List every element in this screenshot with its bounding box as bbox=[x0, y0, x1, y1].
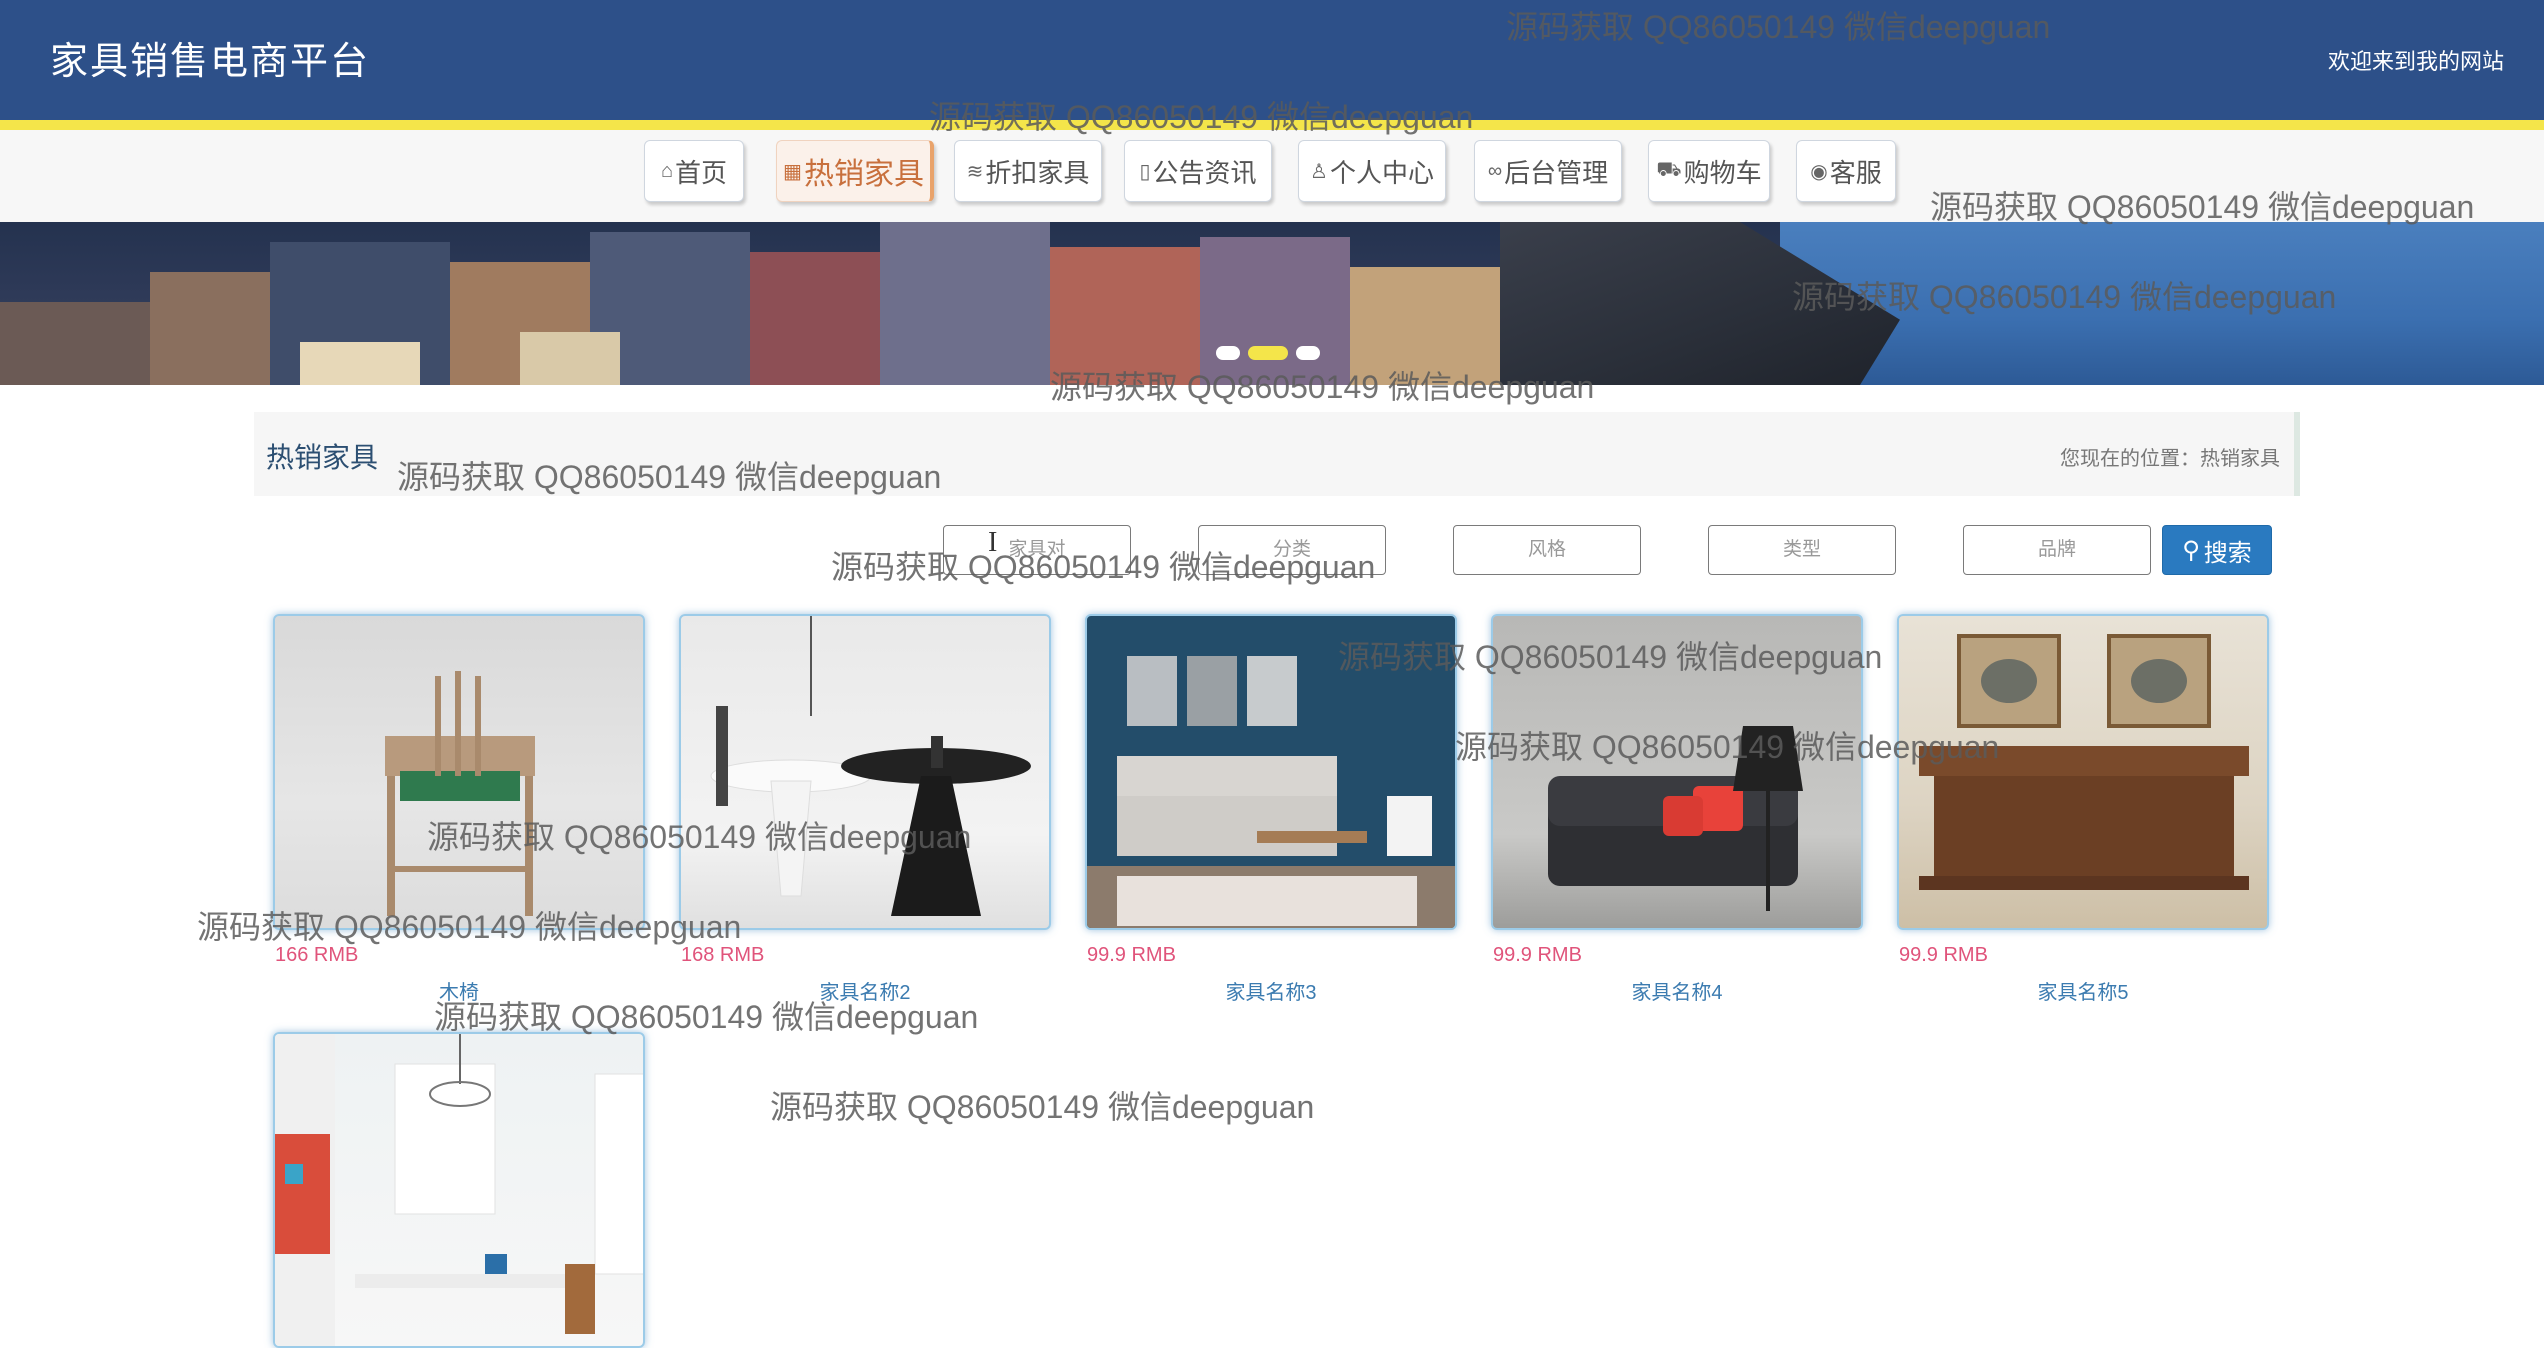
document-icon: ▯ bbox=[1139, 160, 1151, 183]
nav-announcements[interactable]: ▯ 公告资讯 bbox=[1124, 140, 1272, 202]
product-image[interactable] bbox=[1491, 614, 1863, 930]
carousel-dot[interactable] bbox=[1296, 346, 1320, 360]
banner-house bbox=[1050, 247, 1200, 385]
product-price: 99.9 RMB bbox=[1087, 944, 1176, 966]
main-nav: ⌂ 首页 ▦ 热销家具 ≋ 折扣家具 ▯ 公告资讯 ♙ 个人中心 ∞ 后台管理 … bbox=[0, 130, 2544, 222]
category-search-input[interactable] bbox=[1198, 525, 1386, 575]
banner-sea bbox=[1780, 222, 2544, 385]
calendar-icon: ▦ bbox=[783, 160, 802, 183]
banner-house bbox=[750, 252, 880, 385]
product-image[interactable] bbox=[679, 614, 1051, 930]
nav-label: 购物车 bbox=[1683, 157, 1762, 188]
name-search-input[interactable] bbox=[943, 525, 1131, 575]
search-button[interactable]: ⚲ 搜索 bbox=[2162, 525, 2272, 575]
product-card[interactable]: 99.9 RMB 家具名称5 bbox=[1897, 614, 2269, 1004]
nav-label: 首页 bbox=[675, 157, 728, 188]
product-card[interactable]: 168 RMB 家具名称2 bbox=[679, 614, 1051, 1004]
product-name[interactable]: 家具名称2 bbox=[679, 976, 1051, 1005]
product-card[interactable]: 99.9 RMB 家具名称3 bbox=[1085, 614, 1457, 1004]
nav-customer-service[interactable]: ◉ 客服 bbox=[1796, 140, 1896, 202]
breadcrumb: 您现在的位置：热销家具 bbox=[2060, 448, 2280, 470]
product-card[interactable]: 166 RMB 木椅 bbox=[273, 614, 645, 1004]
product-name[interactable]: 木椅 bbox=[273, 976, 645, 1005]
nav-home[interactable]: ⌂ 首页 bbox=[644, 140, 744, 202]
site-title[interactable]: 家具销售电商平台 bbox=[50, 30, 370, 85]
product-card[interactable]: 99.9 RMB 家具名称4 bbox=[1491, 614, 1863, 1004]
nav-label: 个人中心 bbox=[1329, 157, 1434, 188]
product-name[interactable]: 家具名称4 bbox=[1491, 976, 1863, 1005]
product-price: 99.9 RMB bbox=[1899, 944, 1988, 966]
link-icon: ∞ bbox=[1487, 159, 1503, 182]
product-image[interactable] bbox=[273, 614, 645, 930]
product-name[interactable]: 家具名称3 bbox=[1085, 976, 1457, 1005]
product-price: 166 RMB bbox=[275, 944, 359, 966]
brand-search-input[interactable] bbox=[1963, 525, 2151, 575]
banner-house bbox=[150, 272, 270, 385]
nav-label: 公告资讯 bbox=[1152, 157, 1257, 188]
banner-house bbox=[520, 332, 620, 385]
welcome-text: 欢迎来到我的网站 bbox=[2327, 49, 2504, 74]
banner-house bbox=[1350, 267, 1500, 385]
product-card[interactable] bbox=[273, 1032, 645, 1348]
nav-label: 后台管理 bbox=[1504, 157, 1609, 188]
site-header: 家具销售电商平台 欢迎来到我的网站 bbox=[0, 0, 2544, 130]
nav-label: 折扣家具 bbox=[985, 157, 1090, 188]
nav-hot-furniture[interactable]: ▦ 热销家具 bbox=[776, 140, 934, 202]
banner-house bbox=[0, 302, 150, 385]
sofa-illustration bbox=[1087, 656, 1455, 928]
banner-house bbox=[1200, 237, 1350, 385]
type-search-input[interactable] bbox=[1708, 525, 1896, 575]
product-image[interactable] bbox=[273, 1032, 645, 1348]
banner-house bbox=[880, 222, 1050, 385]
section-header: 热销家具 您现在的位置：热销家具 bbox=[254, 412, 2300, 496]
product-price: 99.9 RMB bbox=[1493, 944, 1582, 966]
style-search-input[interactable] bbox=[1453, 525, 1641, 575]
wooden-furniture-illustration bbox=[1919, 634, 2249, 890]
banner-carousel[interactable] bbox=[0, 222, 2544, 385]
sofa-illustration bbox=[1548, 726, 1803, 911]
product-image[interactable] bbox=[1897, 614, 2269, 930]
carousel-dot[interactable] bbox=[1216, 346, 1240, 360]
product-name[interactable]: 家具名称5 bbox=[1897, 976, 2269, 1005]
user-icon: ♙ bbox=[1310, 160, 1328, 183]
carousel-indicators bbox=[1216, 346, 1320, 360]
product-image[interactable] bbox=[1085, 614, 1457, 930]
nav-label: 热销家具 bbox=[803, 158, 924, 191]
watermark-text: 源码获取 QQ86050149 微信deepguan bbox=[770, 1089, 1315, 1125]
nav-admin[interactable]: ∞ 后台管理 bbox=[1474, 140, 1622, 202]
table-illustration bbox=[710, 616, 1031, 916]
nav-cart[interactable]: ⛟ 购物车 bbox=[1648, 140, 1770, 202]
search-icon: ⚲ bbox=[2182, 536, 2200, 564]
nav-label: 客服 bbox=[1829, 157, 1882, 188]
nav-discount-furniture[interactable]: ≋ 折扣家具 bbox=[954, 140, 1102, 202]
cart-icon: ⛟ bbox=[1656, 158, 1682, 181]
section-title: 热销家具 bbox=[266, 442, 379, 473]
text-cursor-icon: I bbox=[988, 527, 998, 558]
carousel-dot-active[interactable] bbox=[1248, 346, 1288, 360]
dining-room-illustration bbox=[275, 1034, 643, 1346]
home-icon: ⌂ bbox=[660, 159, 674, 182]
chat-icon: ◉ bbox=[1810, 160, 1828, 183]
product-price: 168 RMB bbox=[681, 944, 765, 966]
nav-personal-center[interactable]: ♙ 个人中心 bbox=[1298, 140, 1446, 202]
banner-house bbox=[300, 342, 420, 385]
search-button-label: 搜索 bbox=[2203, 539, 2252, 567]
layers-icon: ≋ bbox=[966, 160, 984, 183]
chair-illustration bbox=[385, 671, 535, 916]
